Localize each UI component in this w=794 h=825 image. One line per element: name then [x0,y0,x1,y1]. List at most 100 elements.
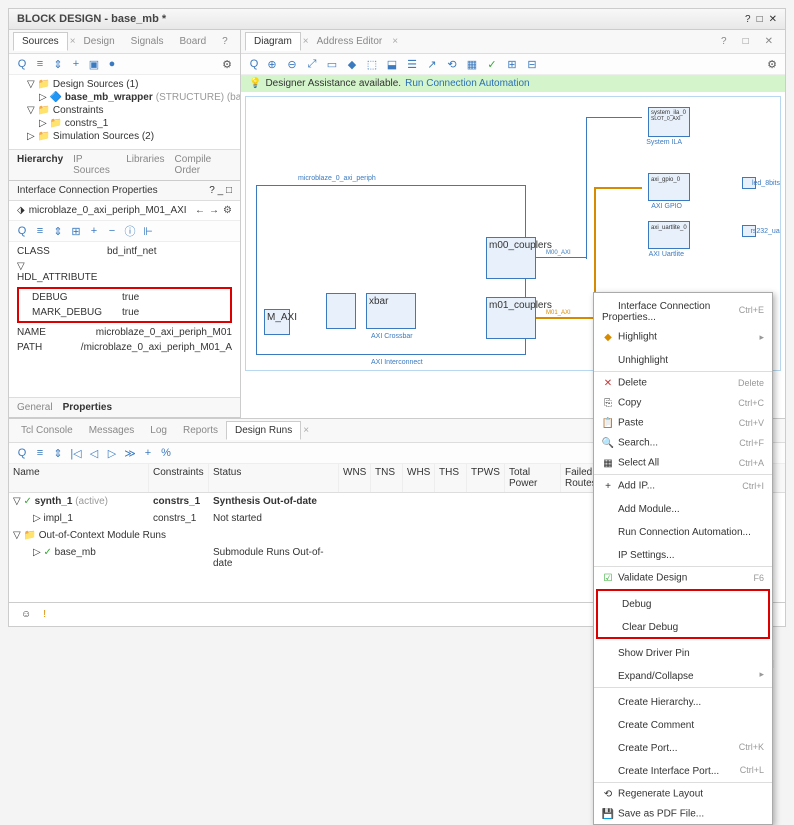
opt6-icon[interactable]: ⟲ [445,57,459,71]
tree-constraints[interactable]: Constraints [53,105,104,116]
zoom-out-icon[interactable]: ⊖ [285,57,299,71]
fit-icon[interactable]: ⊞ [69,224,83,238]
play-icon[interactable]: ▷ [105,446,119,460]
opt2-icon[interactable]: ⬚ [365,57,379,71]
collapse-icon[interactable]: ≡ [33,224,47,238]
tab-diagram[interactable]: Diagram [245,32,301,51]
fit-icon[interactable]: ⤢ [305,57,319,71]
ctx-runconn[interactable]: Run Connection Automation... [594,519,772,542]
search-icon[interactable]: Q [15,446,29,460]
block-m01[interactable]: m01_couplers [486,297,536,339]
ctx-validate[interactable]: ☑Validate DesignF6 [594,568,772,588]
close-icon[interactable]: ✕ [769,14,777,25]
tab-addr-editor[interactable]: Address Editor [309,33,391,50]
max-icon[interactable]: □ [735,33,757,50]
ctx-addip[interactable]: +Add IP...Ctrl+I [594,476,772,496]
smile-icon[interactable]: ☺ [21,609,31,620]
max-icon[interactable]: □ [226,185,232,196]
pct-icon[interactable]: % [159,446,173,460]
tab-design[interactable]: Design [76,33,123,50]
tab-messages[interactable]: Messages [81,422,143,439]
tab-log[interactable]: Log [142,422,175,439]
next-icon[interactable]: → [209,205,219,216]
prop-mark-val[interactable]: true [122,307,229,318]
block-uart[interactable]: axi_uartlite_0 [648,221,690,249]
remove-icon[interactable]: − [105,224,119,238]
ctx-createifport[interactable]: Create Interface Port...Ctrl+L [594,758,772,781]
add-icon[interactable]: + [141,446,155,460]
ctx-regen[interactable]: ⟲Regenerate Layout [594,784,772,804]
gear-icon[interactable]: ⚙ [220,57,234,71]
ctx-copy[interactable]: ⎘CopyCtrl+C [594,393,772,413]
ctx-selectall[interactable]: ▦Select AllCtrl+A [594,453,772,473]
block-xbar[interactable]: xbar [366,293,416,329]
ctx-showdriver[interactable]: Show Driver Pin [594,640,772,663]
ctx-createcomment[interactable]: Create Comment [594,712,772,735]
help-icon[interactable]: ? [745,14,751,25]
ctx-addmodule[interactable]: Add Module... [594,496,772,519]
opt1-icon[interactable]: ◆ [345,57,359,71]
wire-debug[interactable] [594,187,642,189]
tab-general[interactable]: General [17,402,53,413]
gear-icon[interactable]: ⚙ [223,205,232,216]
opt4-icon[interactable]: ☰ [405,57,419,71]
opt8-icon[interactable]: ⊞ [505,57,519,71]
ctx-savepdf[interactable]: 💾Save as PDF File... [594,804,772,824]
prev-icon[interactable]: ← [195,205,205,216]
opts-icon[interactable]: ▣ [87,57,101,71]
validate-icon[interactable]: ✓ [485,57,499,71]
bot-tab-ipsources[interactable]: IP Sources [73,154,116,176]
gear-icon[interactable]: ⚙ [765,57,779,71]
expand-icon[interactable]: ⇕ [51,224,65,238]
opt3-icon[interactable]: ⬓ [385,57,399,71]
wire-debug[interactable] [536,317,596,319]
prop-debug-val[interactable]: true [122,292,229,303]
dash-icon[interactable]: _ [218,185,224,196]
add-icon[interactable]: + [87,224,101,238]
opt9-icon[interactable]: ⊟ [525,57,539,71]
search-icon[interactable]: Q [15,224,29,238]
tab-signals[interactable]: Signals [123,33,172,50]
ctx-createhier[interactable]: Create Hierarchy... [594,689,772,712]
add-icon[interactable]: + [69,57,83,71]
maximize-icon[interactable]: □ [757,14,763,25]
assist-link[interactable]: Run Connection Automation [405,78,530,89]
sources-tree[interactable]: ▽ 📁Design Sources (1) ▷ 🔷base_mb_wrapper… [9,75,240,149]
close-icon[interactable]: ✕ [757,33,781,50]
opt7-icon[interactable]: ▦ [465,57,479,71]
search-icon[interactable]: Q [15,57,29,71]
tab-properties[interactable]: Properties [63,402,112,413]
tab-close-icon[interactable]: × [392,36,398,47]
tab-designruns[interactable]: Design Runs [226,421,301,440]
prev-icon[interactable]: ◁ [87,446,101,460]
expand-icon[interactable]: ⇕ [51,57,65,71]
marker-icon[interactable]: ⊩ [141,224,155,238]
block-gpio[interactable]: axi_gpio_0 [648,173,690,201]
warn-icon[interactable]: ! [43,609,46,620]
block-conn[interactable]: M_AXI [264,309,290,335]
help-icon[interactable]: ? [214,33,236,50]
tree-sim[interactable]: Simulation Sources (2) [53,131,154,142]
select-icon[interactable]: ▭ [325,57,339,71]
ctx-search[interactable]: 🔍Search...Ctrl+F [594,433,772,453]
help-icon[interactable]: ? [209,185,215,196]
ctx-props[interactable]: Interface Connection Properties...Ctrl+E [594,293,772,327]
ctx-createport[interactable]: Create Port...Ctrl+K [594,735,772,758]
info-icon[interactable]: ⓘ [123,224,137,238]
bot-tab-libraries[interactable]: Libraries [126,154,164,176]
collapse-icon[interactable]: ≡ [33,446,47,460]
bot-tab-compile[interactable]: Compile Order [175,154,232,176]
next-icon[interactable]: ≫ [123,446,137,460]
more-icon[interactable]: ● [105,57,119,71]
tree-constrs1[interactable]: constrs_1 [65,118,108,129]
opt5-icon[interactable]: ↗ [425,57,439,71]
tab-close-icon[interactable]: × [303,425,309,436]
ctx-ipsettings[interactable]: IP Settings... [594,542,772,565]
ctx-highlight[interactable]: ◆Highlight▸ [594,327,772,347]
tab-tcl[interactable]: Tcl Console [13,422,81,439]
tree-design-sources[interactable]: Design Sources (1) [53,79,139,90]
first-icon[interactable]: |◁ [69,446,83,460]
ctx-delete[interactable]: ✕DeleteDelete [594,373,772,393]
tab-sources[interactable]: Sources [13,32,68,51]
tree-wrapper[interactable]: base_mb_wrapper [65,92,153,103]
